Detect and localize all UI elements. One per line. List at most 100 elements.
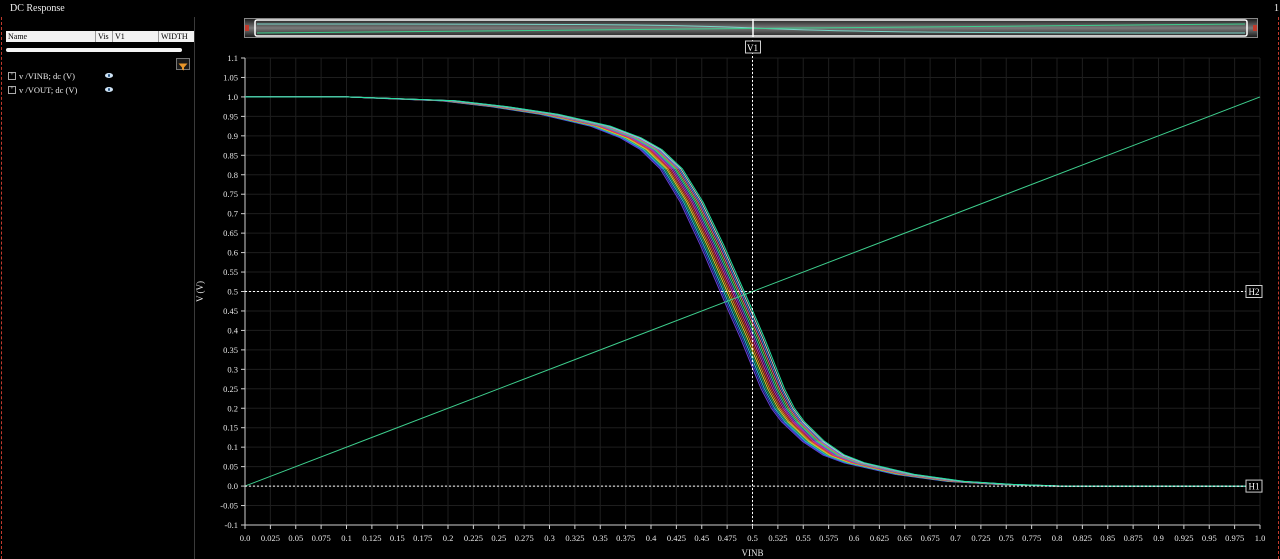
x-tick-label: 0.375 xyxy=(616,533,635,543)
column-header-vis[interactable]: Vis xyxy=(96,31,113,42)
right-frame-border xyxy=(1278,17,1279,559)
x-tick-label: 0.575 xyxy=(819,533,838,543)
y-tick-label: 0.35 xyxy=(223,345,238,355)
chart-markers: V1 H2 H1 xyxy=(245,40,1263,525)
vout-sweep-trace xyxy=(245,96,1260,487)
y-tick-label: 0.25 xyxy=(223,384,238,394)
y-tick-label: 0.8 xyxy=(227,170,238,180)
y-tick-label: 0.05 xyxy=(223,462,238,472)
y-tick-label: 1.0 xyxy=(227,92,238,102)
x-tick-label: 0.775 xyxy=(1022,533,1041,543)
y-tick-label: 0.1 xyxy=(227,442,238,452)
x-tick-label: 0.075 xyxy=(312,533,331,543)
x-tick-label: 0.9 xyxy=(1153,533,1164,543)
corner-counter: 1 xyxy=(1274,3,1279,14)
vout-sweep-trace xyxy=(245,96,1260,487)
vout-sweep-trace xyxy=(245,96,1260,487)
x-tick-label: 0.225 xyxy=(464,533,483,543)
y-tick-label: 0.65 xyxy=(223,228,238,238)
y-tick-label: 0.55 xyxy=(223,267,238,277)
vout-sweep-trace xyxy=(245,96,1260,487)
vout-sweep-trace xyxy=(245,96,1260,487)
x-tick-label: 0.175 xyxy=(413,533,432,543)
x-tick-label: 0.95 xyxy=(1202,533,1217,543)
y-tick-label: 0.0 xyxy=(227,481,238,491)
y-tick-label: 0.7 xyxy=(227,209,238,219)
x-tick-label: 0.675 xyxy=(921,533,940,543)
y-axis-label: V (V) xyxy=(195,281,205,302)
y-tick-label: 0.3 xyxy=(227,364,238,374)
signal-row-vout[interactable]: + v /VOUT; dc (V) xyxy=(8,84,194,96)
expand-icon[interactable]: + xyxy=(8,72,16,80)
x-tick-label: 0.4 xyxy=(646,533,657,543)
vout-sweep-trace xyxy=(245,96,1260,487)
y-tick-label: 0.9 xyxy=(227,131,238,141)
chart-traces xyxy=(244,96,1261,487)
x-tick-label: 0.275 xyxy=(515,533,534,543)
vout-sweep-trace xyxy=(245,96,1260,487)
overview-strip-graphic xyxy=(245,19,1257,37)
left-frame-border xyxy=(1,17,2,559)
y-tick-label: 1.05 xyxy=(223,72,238,82)
filter-button[interactable] xyxy=(176,58,190,71)
x-axis-label: VINB xyxy=(742,548,764,558)
y-tick-label: 0.5 xyxy=(227,287,238,297)
x-tick-label: 0.025 xyxy=(261,533,280,543)
x-tick-label: 0.7 xyxy=(950,533,961,543)
v1-marker-box xyxy=(745,40,761,54)
x-tick-label: 0.25 xyxy=(491,533,506,543)
x-tick-label: 0.425 xyxy=(667,533,686,543)
expand-icon[interactable]: + xyxy=(8,86,16,94)
overview-strip[interactable] xyxy=(244,18,1258,38)
y-tick-label: 0.6 xyxy=(227,248,238,258)
x-tick-label: 0.875 xyxy=(1124,533,1143,543)
y-tick-labels: -0.1 -0.05 0.0 0.05 0.1 0.15 0.2 0.25 0.3 0.35 0.4… xyxy=(220,53,238,530)
x-tick-label: 0.125 xyxy=(362,533,381,543)
x-tick-label: 0.8 xyxy=(1052,533,1063,543)
x-tick-label: 0.85 xyxy=(1100,533,1115,543)
x-tick-labels: 0.0 0.025 0.05 0.075 0.1 0.125 0.15 0.175 0.2 0.2… xyxy=(240,533,1266,543)
signal-browser-panel: Name Vis V1 WIDTH + v /VINB; dc (V) + v … xyxy=(4,17,195,559)
y-tick-label: 0.15 xyxy=(223,423,238,433)
h2-marker-label: H2 xyxy=(1249,287,1260,297)
x-tick-label: 0.65 xyxy=(897,533,912,543)
x-tick-label: 0.525 xyxy=(768,533,787,543)
column-header-width[interactable]: WIDTH xyxy=(159,31,194,42)
x-tick-label: 0.925 xyxy=(1174,533,1193,543)
visibility-eye-icon[interactable] xyxy=(105,87,113,92)
window-titlebar: DC Response 1 xyxy=(0,0,1280,17)
horizontal-scrollbar[interactable] xyxy=(6,48,182,52)
column-header-name[interactable]: Name xyxy=(6,31,96,42)
h1-marker-box xyxy=(1245,479,1263,493)
visibility-eye-icon[interactable] xyxy=(105,73,113,78)
vout-sweep-trace xyxy=(245,96,1260,487)
x-tick-label: 0.1 xyxy=(341,533,352,543)
signal-label: v /VOUT; dc (V) xyxy=(19,85,78,95)
signal-row-vinb[interactable]: + v /VINB; dc (V) xyxy=(8,70,194,82)
x-tick-label: 0.825 xyxy=(1073,533,1092,543)
x-tick-label: 0.325 xyxy=(565,533,584,543)
y-tick-label: 0.75 xyxy=(223,189,238,199)
y-tick-label: 0.45 xyxy=(223,306,238,316)
y-tick-label: 0.2 xyxy=(227,403,238,413)
vout-sweep-trace xyxy=(245,96,1260,487)
vout-sweep-trace xyxy=(245,96,1260,487)
column-header-v1[interactable]: V1 xyxy=(113,31,159,42)
x-tick-label: 0.725 xyxy=(971,533,990,543)
y-tick-label: 1.1 xyxy=(227,53,238,63)
x-tick-label: 0.3 xyxy=(544,533,555,543)
x-tick-label: 0.5 xyxy=(747,533,758,543)
x-tick-label: 0.45 xyxy=(694,533,709,543)
x-tick-label: 0.625 xyxy=(870,533,889,543)
signal-label: v /VINB; dc (V) xyxy=(19,71,75,81)
h2-marker-box xyxy=(1245,285,1263,298)
y-tick-label: 0.4 xyxy=(227,325,238,335)
x-tick-label: 0.35 xyxy=(593,533,608,543)
v1-marker-label: V1 xyxy=(747,43,758,53)
x-tick-label: 0.55 xyxy=(796,533,811,543)
x-tick-label: 1.0 xyxy=(1255,533,1266,543)
x-tick-label: 0.975 xyxy=(1225,533,1244,543)
chart-grid xyxy=(244,57,1261,526)
x-tick-label: 0.2 xyxy=(443,533,454,543)
h1-marker-label: H1 xyxy=(1249,482,1260,492)
